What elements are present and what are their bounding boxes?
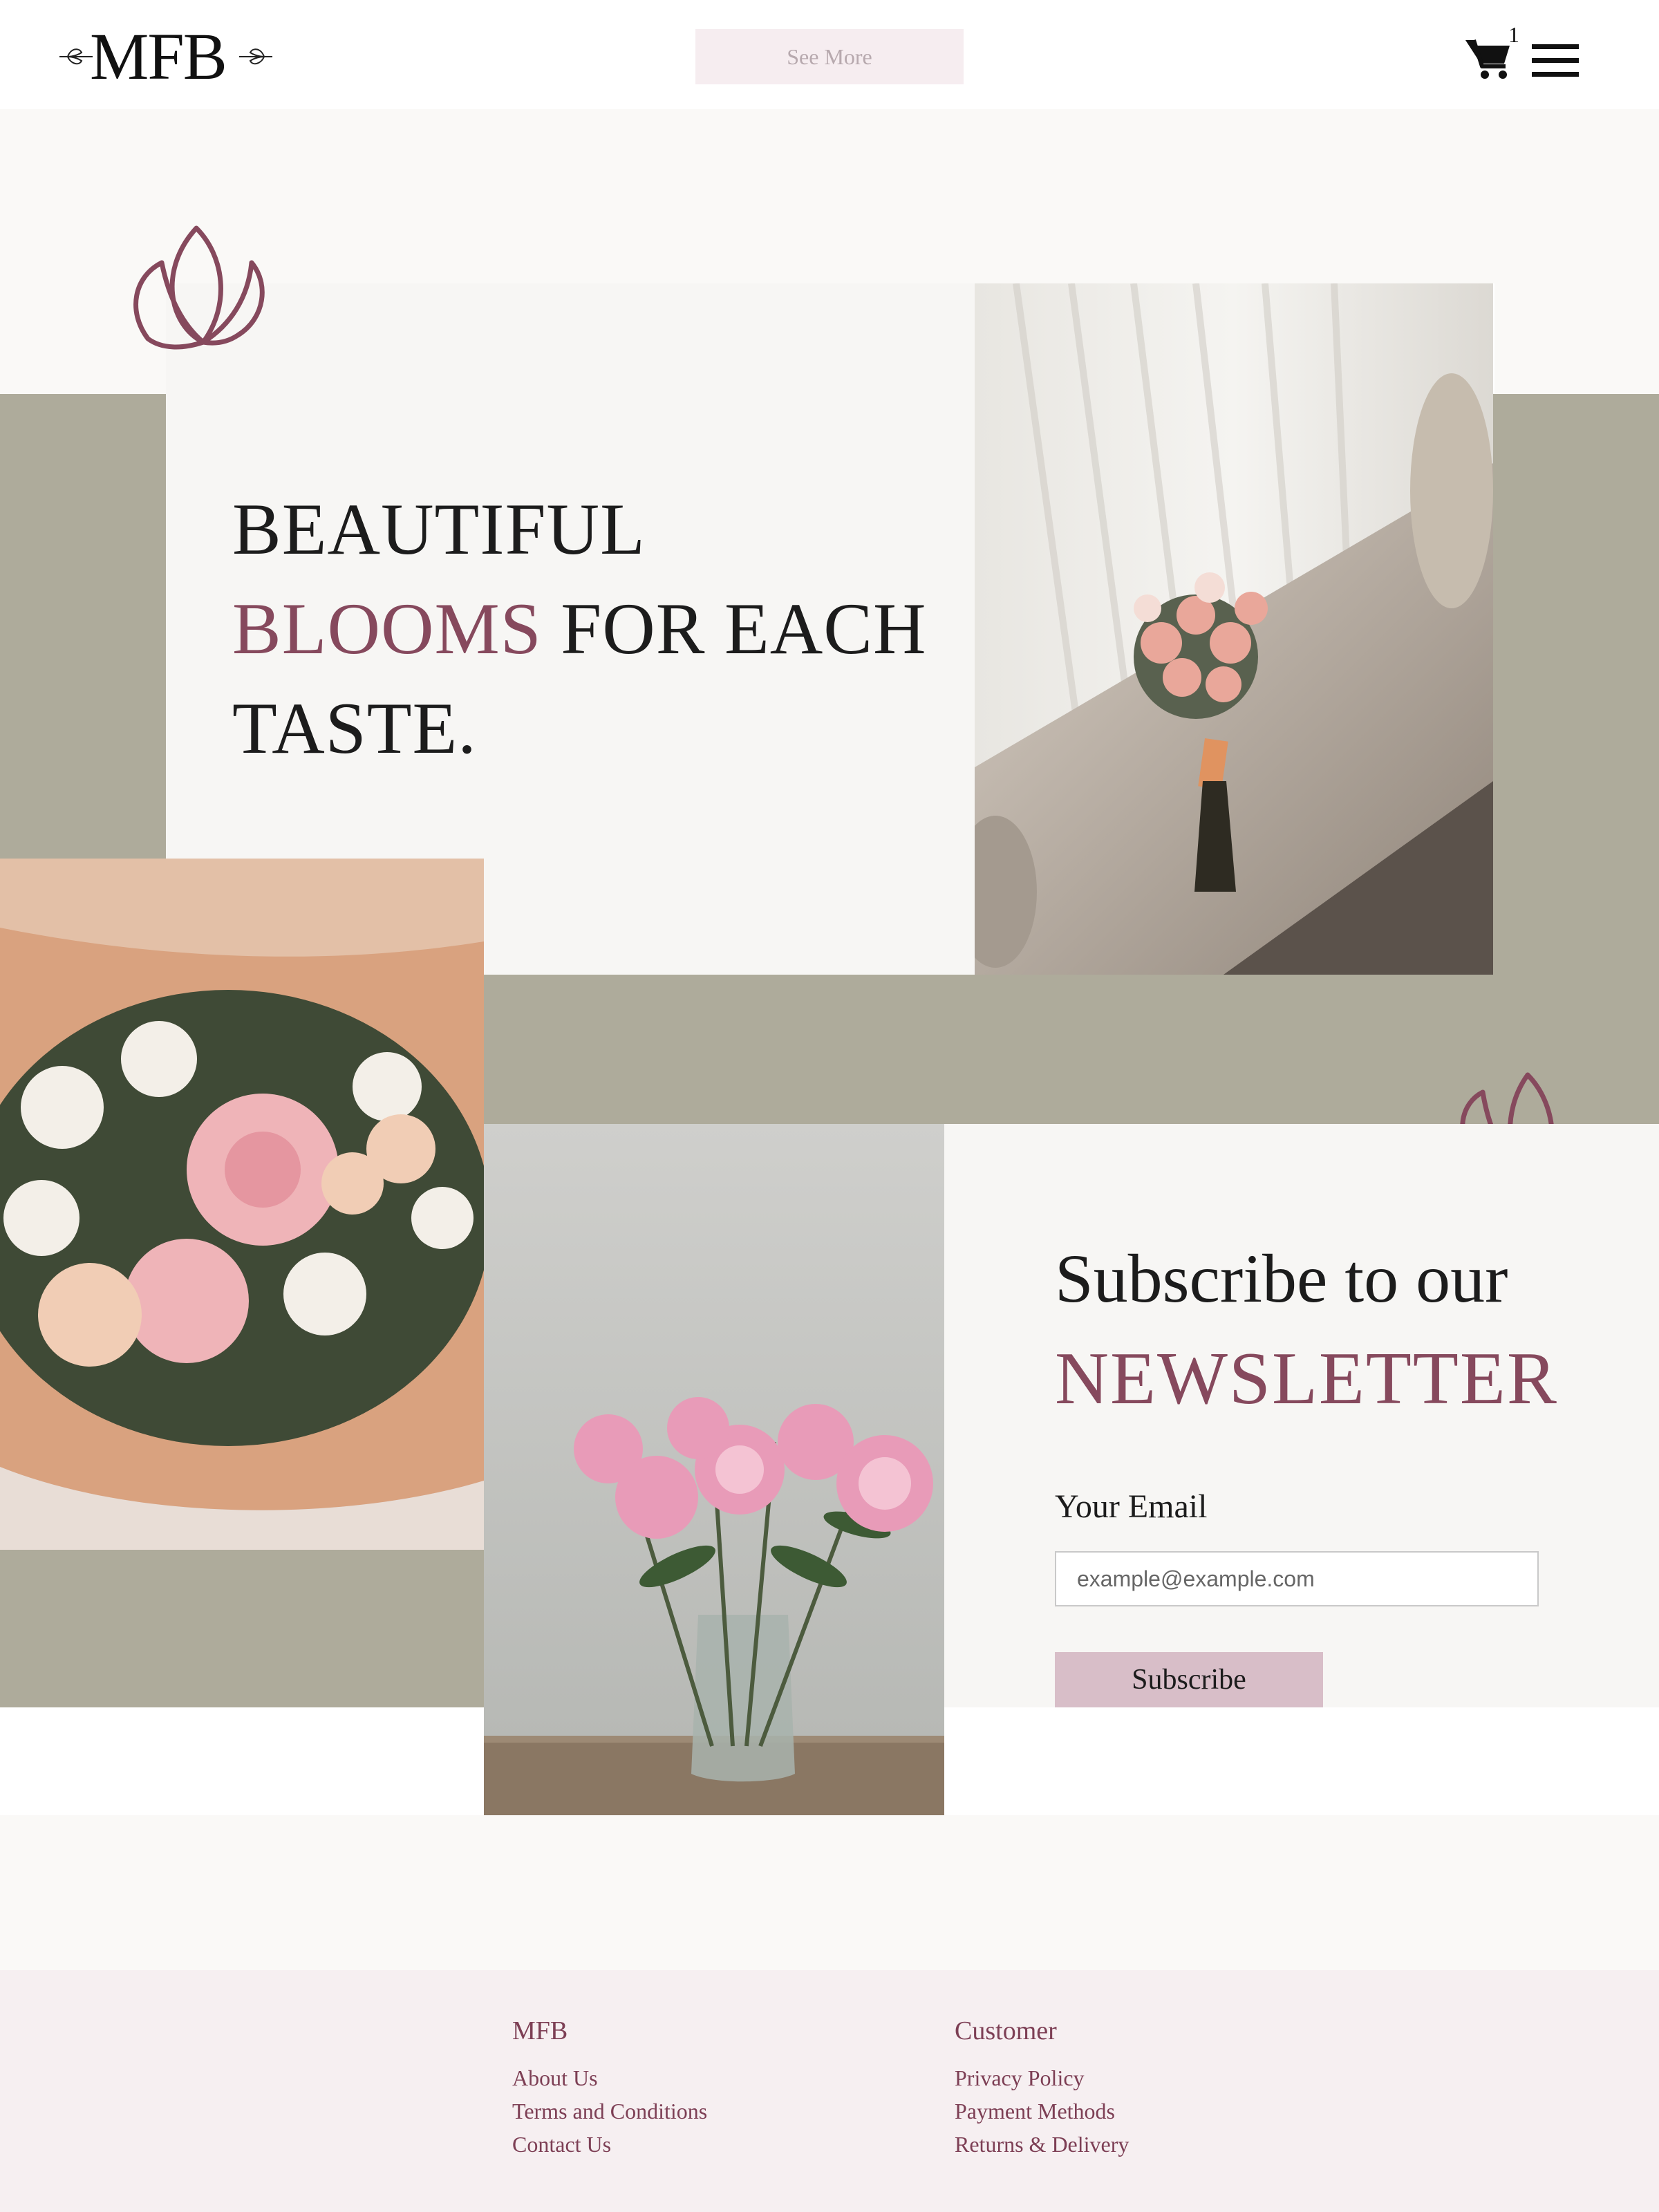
footer-link-privacy-policy[interactable]: Privacy Policy	[955, 2063, 1085, 2093]
lotus-icon	[133, 225, 265, 350]
newsletter-heading-line-1: Subscribe to our	[1055, 1240, 1508, 1317]
email-label: Your Email	[1055, 1488, 1208, 1525]
footer-link-contact-us[interactable]: Contact Us	[512, 2129, 611, 2159]
see-more-button[interactable]: See More	[695, 29, 964, 84]
newsletter-heading-line-2: NEWSLETTER	[1055, 1338, 1558, 1420]
cart-count-badge: 1	[1508, 22, 1519, 47]
peonies-in-vase-photo	[484, 1124, 944, 1815]
hero-title-line-2: FOR EACH	[541, 588, 927, 669]
hero-title-line-1: BEAUTIFUL	[232, 489, 646, 570]
footer-link-terms-and-conditions[interactable]: Terms and Conditions	[512, 2096, 707, 2126]
hero-title-accent-word: BLOOMS	[232, 588, 542, 669]
shopping-cart-icon[interactable]	[1464, 35, 1514, 84]
logo-text: MFB	[90, 19, 227, 93]
hero-title-line-3: TASTE.	[232, 688, 477, 769]
wrapped-rose-bouquet-photo	[0, 859, 484, 1550]
bouquet-on-windowsill-photo	[975, 283, 1493, 975]
hamburger-menu-icon[interactable]	[1532, 41, 1582, 80]
email-input[interactable]	[1055, 1551, 1539, 1606]
hero-title: BEAUTIFUL BLOOMS FOR EACH TASTE.	[232, 480, 965, 778]
site-footer: MFB About Us Terms and Conditions Contac…	[0, 1970, 1659, 2212]
footer-link-about-us[interactable]: About Us	[512, 2063, 598, 2093]
subscribe-button[interactable]: Subscribe	[1055, 1652, 1323, 1707]
footer-link-payment-methods[interactable]: Payment Methods	[955, 2096, 1115, 2126]
footer-heading-customer: Customer	[955, 2016, 1057, 2045]
footer-heading-mfb: MFB	[512, 2016, 568, 2045]
footer-link-returns-delivery[interactable]: Returns & Delivery	[955, 2129, 1129, 2159]
site-logo[interactable]: MFB	[58, 24, 274, 90]
